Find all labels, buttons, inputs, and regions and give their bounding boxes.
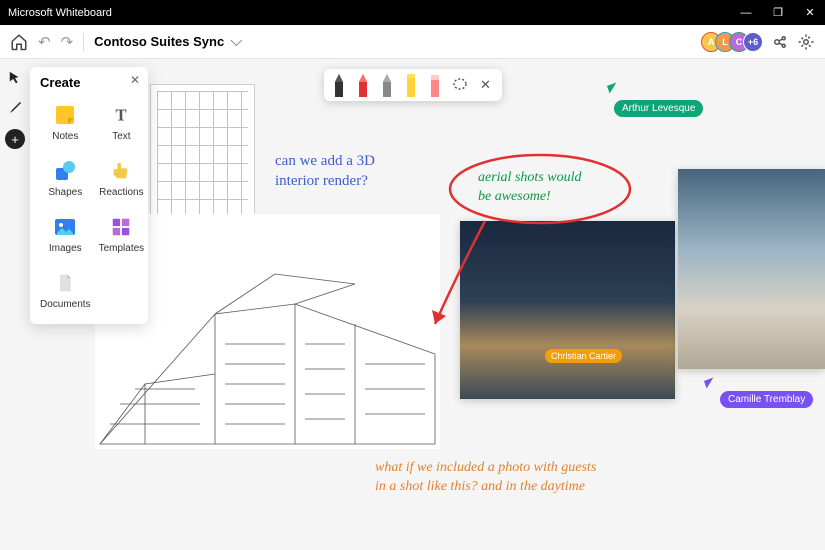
cursor-label-camille: Camille Tremblay xyxy=(720,391,813,408)
chevron-down-icon[interactable]: ⌵ xyxy=(230,33,242,51)
redo-button[interactable]: ↷ xyxy=(61,33,74,51)
home-icon[interactable] xyxy=(10,33,28,51)
lobby-photo-image[interactable] xyxy=(678,169,825,369)
document-title[interactable]: Contoso Suites Sync xyxy=(94,34,224,49)
floorplan-image[interactable] xyxy=(150,84,255,224)
close-tray-button[interactable]: ✕ xyxy=(478,77,494,93)
create-notes[interactable]: Notes xyxy=(38,96,93,148)
app-title: Microsoft Whiteboard xyxy=(8,7,112,19)
create-documents[interactable]: Documents xyxy=(38,264,93,316)
pen-red[interactable] xyxy=(356,73,370,97)
close-button[interactable]: ✕ xyxy=(803,6,817,19)
pen-tray: ✕ xyxy=(324,69,502,101)
close-panel-button[interactable]: ✕ xyxy=(130,73,140,87)
create-templates[interactable]: Templates xyxy=(97,208,147,260)
create-shapes[interactable]: Shapes xyxy=(38,152,93,204)
add-tool[interactable]: + xyxy=(5,129,25,149)
pen-grey[interactable] xyxy=(380,73,394,97)
cursor-label-arthur: Arthur Levesque xyxy=(614,100,703,117)
annotation-orange[interactable]: what if we included a photo with guests … xyxy=(375,459,596,497)
create-panel: ✕ Create Notes T Text Shapes Reactions I… xyxy=(30,67,148,324)
whiteboard-canvas[interactable]: + ✕ Create Notes T Text Shapes Reactions xyxy=(0,59,825,550)
create-images[interactable]: Images xyxy=(38,208,93,260)
lasso-tool[interactable] xyxy=(452,77,468,93)
ink-tool[interactable] xyxy=(6,99,24,117)
undo-button[interactable]: ↶ xyxy=(38,33,51,51)
create-reactions[interactable]: Reactions xyxy=(97,152,147,204)
eraser[interactable] xyxy=(428,73,442,97)
create-panel-title: Create xyxy=(38,75,140,90)
titlebar: Microsoft Whiteboard — ❐ ✕ xyxy=(0,0,825,25)
divider xyxy=(83,33,84,51)
share-icon[interactable] xyxy=(771,33,789,51)
minimize-button[interactable]: — xyxy=(739,6,753,19)
annotation-blue[interactable]: can we add a 3D interior render? xyxy=(275,151,375,192)
left-rail: + xyxy=(0,59,30,149)
create-text[interactable]: T Text xyxy=(97,96,147,148)
pen-black[interactable] xyxy=(332,73,346,97)
christian-tag: Christian Cartier xyxy=(545,349,622,363)
select-tool[interactable] xyxy=(6,69,24,87)
svg-text:T: T xyxy=(116,106,127,125)
cursor-arthur xyxy=(608,84,618,92)
cursor-camille xyxy=(705,379,715,387)
maximize-button[interactable]: ❐ xyxy=(771,6,785,19)
settings-icon[interactable] xyxy=(797,33,815,51)
more-collaborators[interactable]: +6 xyxy=(743,32,763,52)
highlighter-yellow[interactable] xyxy=(404,73,418,97)
main-toolbar: ↶ ↷ Contoso Suites Sync ⌵ A L C +6 xyxy=(0,25,825,59)
annotation-green[interactable]: aerial shots would be awesome! xyxy=(478,169,581,207)
collaborator-avatars[interactable]: A L C +6 xyxy=(701,32,763,52)
